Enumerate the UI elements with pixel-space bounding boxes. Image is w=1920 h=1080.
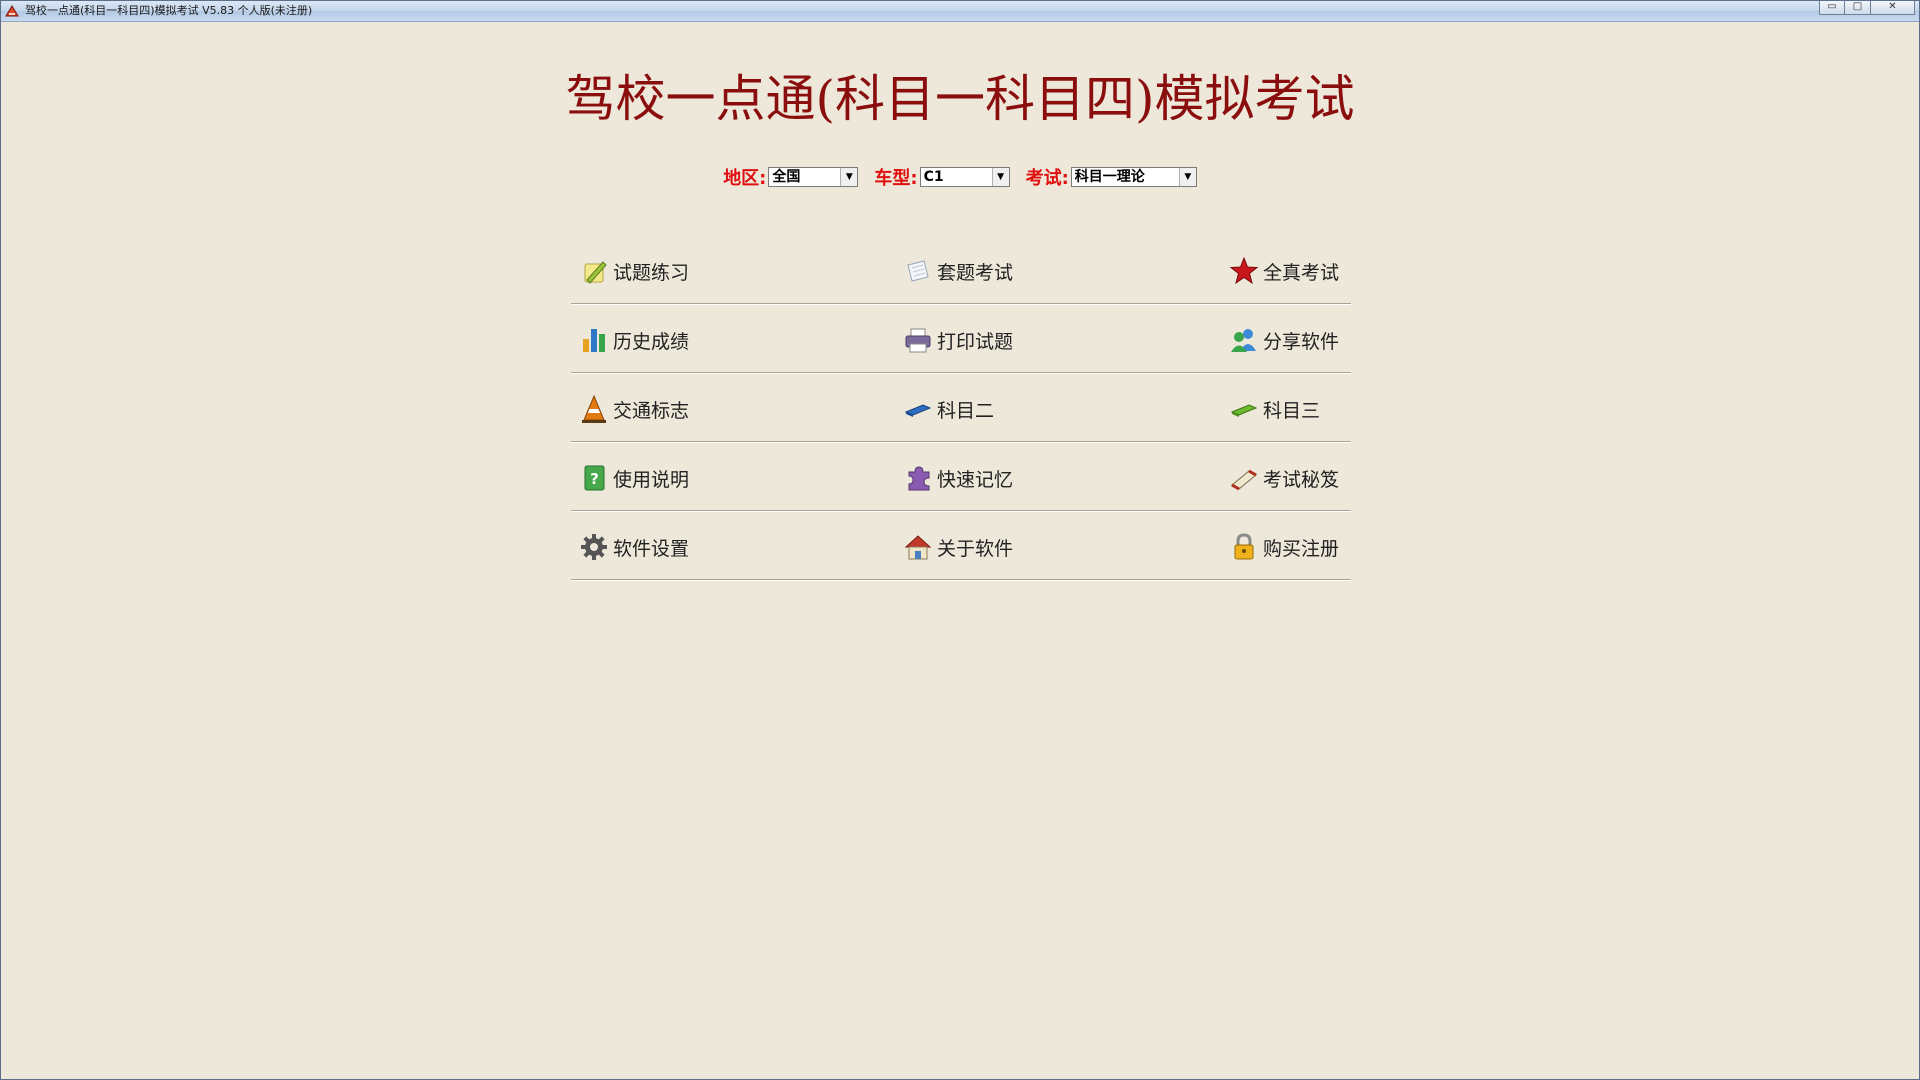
- vehicle-select[interactable]: C1 ▼: [919, 167, 1010, 187]
- region-select-value: 全国: [772, 169, 801, 185]
- house-icon: [904, 535, 932, 560]
- menu-row: 软件设置 关于软件 购买注册: [571, 512, 1351, 580]
- window-controls: ▭ □ ✕: [1819, 1, 1915, 17]
- score-history-button[interactable]: 历史成绩: [579, 323, 689, 357]
- minimize-button[interactable]: ▭: [1819, 1, 1845, 15]
- about-software-button[interactable]: 关于软件: [903, 530, 1013, 564]
- maximize-button[interactable]: □: [1845, 1, 1871, 15]
- main-content: 驾校一点通(科目一科目四)模拟考试 地区: 全国 ▼ 车型: C1 ▼ 考试:: [1, 22, 1919, 1079]
- exam-select-value: 科目一理论: [1074, 169, 1145, 185]
- chevron-down-icon[interactable]: ▼: [840, 168, 858, 186]
- menu-label: 考试秘笈: [1263, 468, 1340, 491]
- main-menu-grid: 试题练习 套题考试 全真考试 历史成绩 打印试题 分享软件 交通标志 科目二 科…: [571, 236, 1351, 580]
- menu-row: 历史成绩 打印试题 分享软件: [571, 305, 1351, 373]
- app-icon: [5, 5, 19, 17]
- menu-label: 软件设置: [613, 537, 690, 560]
- menu-row: 试题练习 套题考试 全真考试: [571, 236, 1351, 304]
- users-icon: [1231, 329, 1256, 352]
- bar-chart-icon: [583, 329, 605, 352]
- exam-tips-button[interactable]: 考试秘笈: [1229, 461, 1339, 495]
- subject-three-button[interactable]: 科目三: [1229, 392, 1320, 426]
- exam-select[interactable]: 科目一理论 ▼: [1070, 167, 1197, 187]
- menu-label: 交通标志: [613, 399, 690, 422]
- close-button[interactable]: ✕: [1871, 1, 1915, 15]
- title-bar[interactable]: 驾校一点通(科目一科目四)模拟考试 V5.83 个人版(未注册) ▭ □ ✕: [1, 1, 1919, 22]
- menu-label: 套题考试: [937, 261, 1014, 284]
- lock-icon: [1234, 533, 1254, 560]
- menu-label: 试题练习: [613, 261, 690, 284]
- menu-label: 快速记忆: [937, 468, 1014, 491]
- menu-label: 打印试题: [937, 330, 1014, 353]
- set-exam-button[interactable]: 套题考试: [903, 254, 1013, 288]
- share-software-button[interactable]: 分享软件: [1229, 323, 1339, 357]
- region-label: 地区:: [723, 168, 767, 189]
- menu-row: 交通标志 科目二 科目三: [571, 374, 1351, 442]
- star-icon: [1229, 256, 1259, 285]
- vehicle-filter: 车型: C1 ▼: [874, 164, 1010, 190]
- menu-label: 历史成绩: [613, 330, 690, 353]
- paper-sheet-icon: [907, 260, 929, 282]
- full-simulation-exam-button[interactable]: 全真考试: [1229, 254, 1339, 288]
- menu-label: 科目二: [937, 399, 995, 422]
- vehicle-label: 车型:: [874, 168, 918, 189]
- vehicle-select-value: C1: [923, 169, 944, 185]
- menu-label: 关于软件: [937, 537, 1014, 560]
- menu-label: 分享软件: [1263, 330, 1340, 353]
- print-questions-button[interactable]: 打印试题: [903, 323, 1013, 357]
- svg-text:?: ?: [590, 470, 599, 488]
- menu-label: 购买注册: [1263, 537, 1340, 560]
- exam-filter: 考试: 科目一理论 ▼: [1026, 164, 1197, 190]
- help-book-icon: ?: [584, 465, 605, 491]
- menu-label: 使用说明: [613, 468, 690, 491]
- printer-icon: [905, 328, 931, 353]
- menu-row: ? 使用说明 快速记忆 考试秘笈: [571, 443, 1351, 511]
- green-eraser-icon: [1230, 404, 1258, 417]
- traffic-signs-button[interactable]: 交通标志: [579, 392, 689, 426]
- gear-icon: [581, 534, 607, 560]
- traffic-cone-icon: [582, 394, 606, 423]
- menu-label: 全真考试: [1263, 261, 1340, 284]
- chevron-down-icon[interactable]: ▼: [991, 168, 1009, 186]
- chevron-down-icon[interactable]: ▼: [1178, 168, 1196, 186]
- page-title: 驾校一点通(科目一科目四)模拟考试: [565, 70, 1355, 128]
- exam-label: 考试:: [1025, 168, 1069, 189]
- scroll-icon: [1231, 469, 1257, 491]
- filter-bar: 地区: 全国 ▼ 车型: C1 ▼ 考试: 科目一理论 ▼: [1, 164, 1919, 190]
- region-filter: 地区: 全国 ▼: [723, 164, 859, 190]
- menu-label: 科目三: [1263, 399, 1321, 422]
- blue-eraser-icon: [904, 404, 932, 417]
- window-title: 驾校一点通(科目一科目四)模拟考试 V5.83 个人版(未注册): [25, 4, 313, 17]
- software-settings-button[interactable]: 软件设置: [579, 530, 689, 564]
- region-select[interactable]: 全国 ▼: [768, 167, 859, 187]
- user-guide-button[interactable]: ? 使用说明: [579, 461, 689, 495]
- quick-memory-button[interactable]: 快速记忆: [903, 461, 1013, 495]
- practice-questions-button[interactable]: 试题练习: [579, 254, 689, 288]
- puzzle-icon: [908, 466, 930, 491]
- pencil-note-icon: [584, 261, 607, 284]
- app-window: 驾校一点通(科目一科目四)模拟考试 V5.83 个人版(未注册) ▭ □ ✕ 驾…: [0, 0, 1920, 1080]
- subject-two-button[interactable]: 科目二: [903, 392, 994, 426]
- purchase-register-button[interactable]: 购买注册: [1229, 530, 1339, 564]
